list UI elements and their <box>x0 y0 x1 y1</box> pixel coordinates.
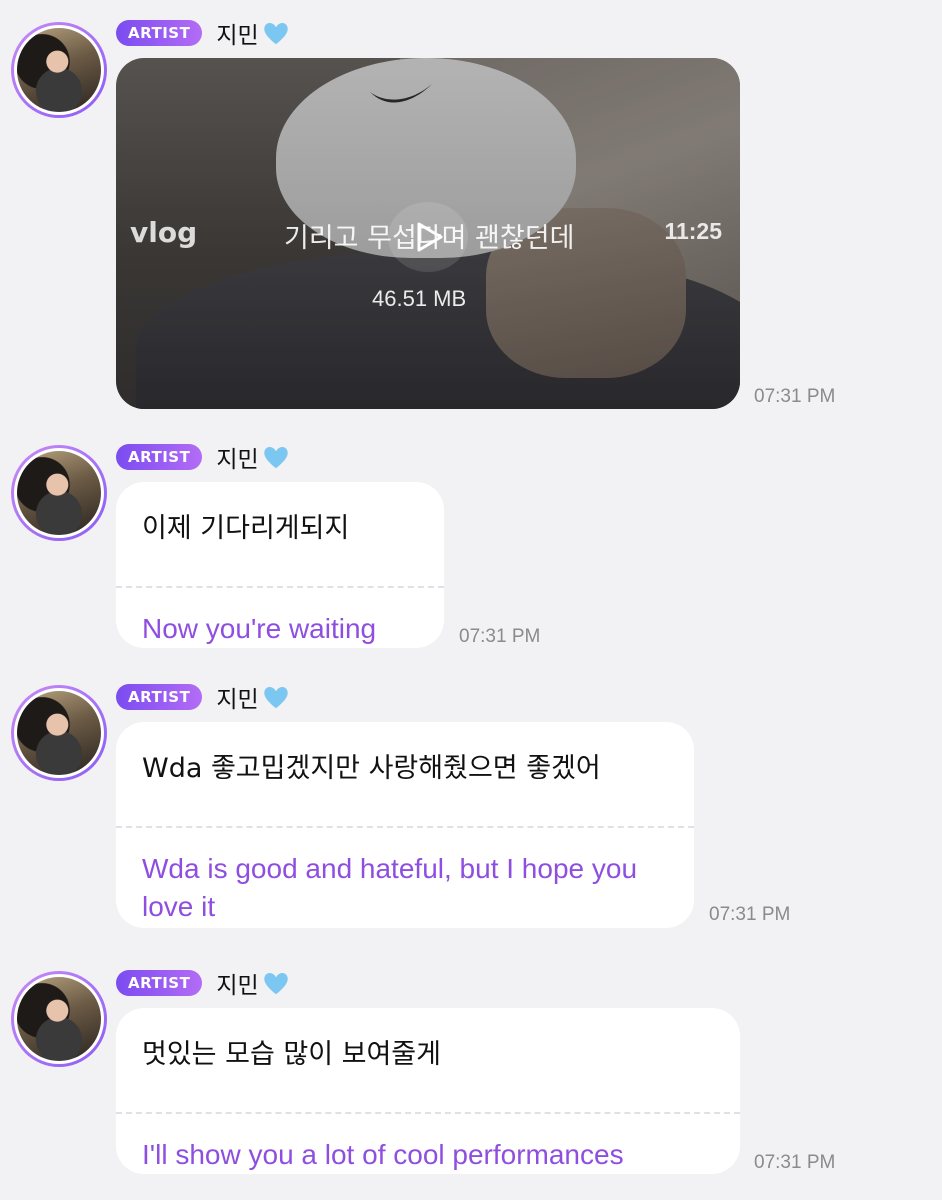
timestamp: 07:31 PM <box>709 904 791 925</box>
message-header: ARTIST 지민 <box>116 966 291 1000</box>
heart-icon <box>263 23 288 45</box>
artist-badge: ARTIST <box>116 444 203 470</box>
video-duration: 11:25 <box>664 218 722 244</box>
message-header: ARTIST 지민 <box>116 16 291 50</box>
video-thumbnail[interactable]: vlog 기리고 무섭다며 괜찮던데 11:25 46.51 MB <box>116 58 740 409</box>
message-header: ARTIST 지민 <box>116 680 291 714</box>
heart-icon <box>263 973 288 995</box>
artist-badge: ARTIST <box>116 684 203 710</box>
original-text: 이제 기다리게되지 <box>142 513 350 544</box>
translated-text: I'll show you a lot of cool performances <box>142 1139 624 1170</box>
sender-name[interactable]: 지민 <box>216 16 258 50</box>
avatar[interactable] <box>11 445 107 541</box>
translated-text: Wda is good and hateful, but I hope you … <box>142 853 638 922</box>
avatar[interactable] <box>11 22 107 118</box>
message-header: ARTIST 지민 <box>116 440 291 474</box>
timestamp: 07:31 PM <box>459 626 541 647</box>
heart-icon <box>263 447 288 469</box>
sender-name[interactable]: 지민 <box>216 680 258 714</box>
artist-badge: ARTIST <box>116 970 203 996</box>
message-bubble[interactable]: 이제 기다리게되지 Now you're waiting <box>116 482 444 648</box>
video-label: vlog <box>130 216 198 249</box>
original-text: Wda 좋고밉겠지만 사랑해줬으면 좋겠어 <box>142 753 601 784</box>
timestamp: 07:31 PM <box>754 386 836 407</box>
play-icon <box>417 222 443 252</box>
translated-text: Now you're waiting <box>142 613 377 644</box>
sender-name[interactable]: 지민 <box>216 440 258 474</box>
sender-name[interactable]: 지민 <box>216 966 258 1000</box>
avatar[interactable] <box>11 971 107 1067</box>
message-bubble[interactable]: 멋있는 모습 많이 보여줄게 I'll show you a lot of co… <box>116 1008 740 1174</box>
play-button[interactable] <box>388 202 468 272</box>
avatar[interactable] <box>11 685 107 781</box>
heart-icon <box>263 687 288 709</box>
original-text: 멋있는 모습 많이 보여줄게 <box>142 1039 441 1070</box>
video-file-size: 46.51 MB <box>372 286 467 311</box>
timestamp: 07:31 PM <box>754 1152 836 1173</box>
message-bubble[interactable]: Wda 좋고밉겠지만 사랑해줬으면 좋겠어 Wda is good and ha… <box>116 722 694 928</box>
artist-badge: ARTIST <box>116 20 203 46</box>
